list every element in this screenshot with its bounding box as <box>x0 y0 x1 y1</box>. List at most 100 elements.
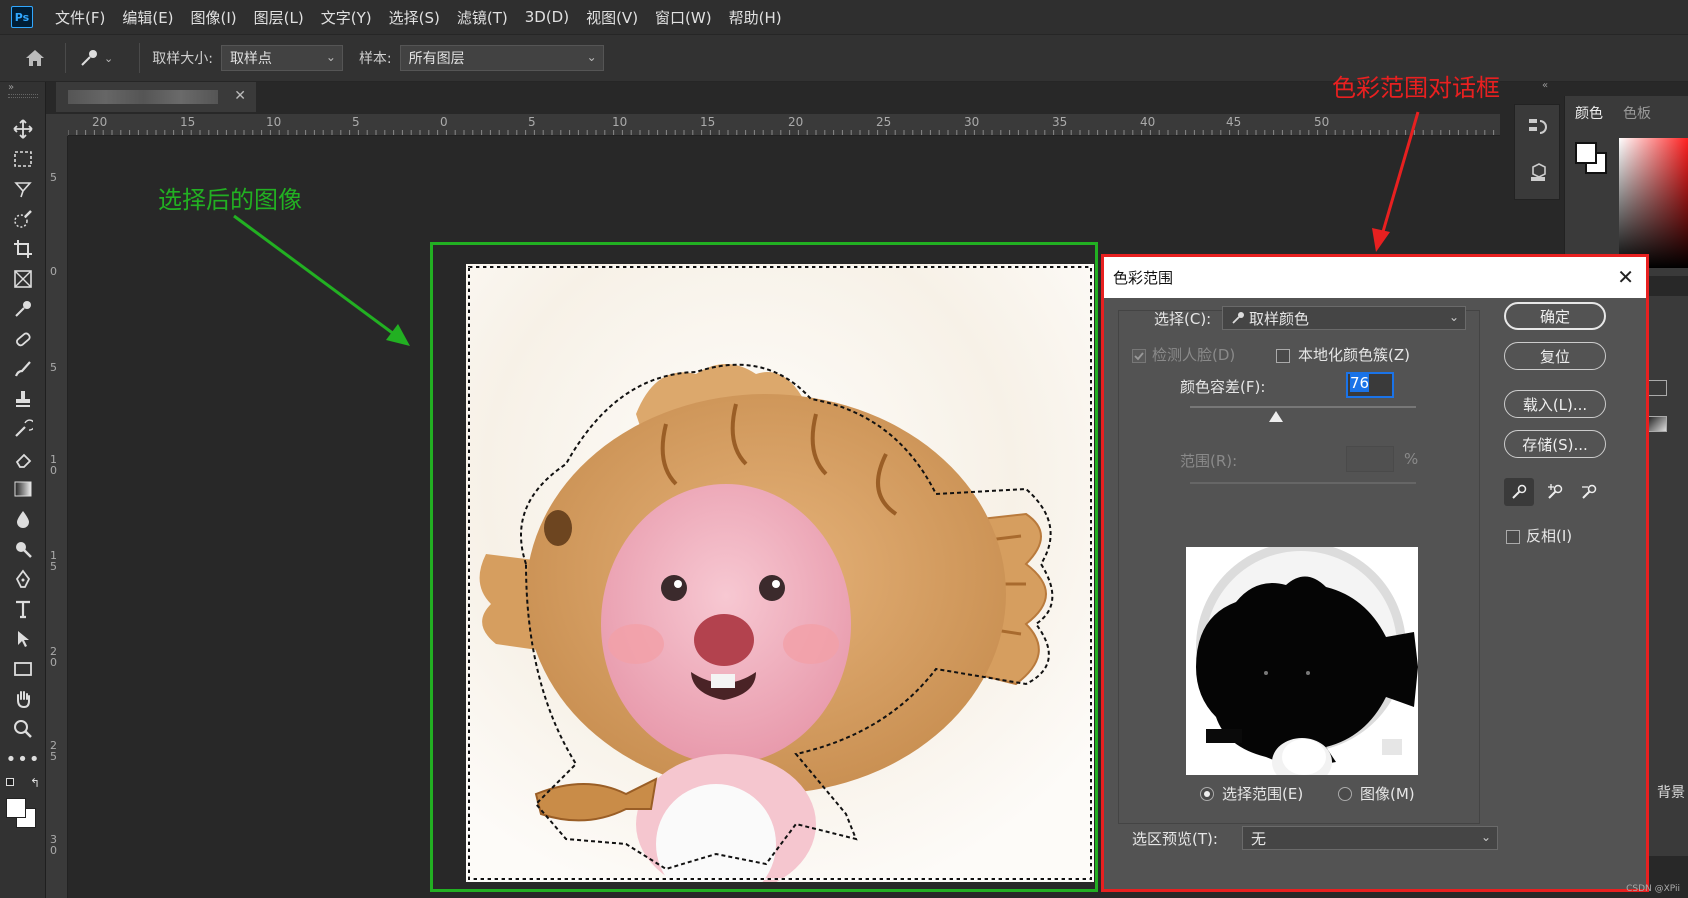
save-button[interactable]: 存储(S)... <box>1504 430 1606 458</box>
image-radio[interactable] <box>1338 787 1352 801</box>
lasso-tool-icon[interactable] <box>9 176 37 202</box>
ruler-label: 35 <box>1052 115 1068 129</box>
sample-dropdown[interactable]: 所有图层 ⌄ <box>399 45 604 71</box>
ruler-label: 5 <box>352 115 360 129</box>
ruler-label: 10 <box>266 115 282 129</box>
rectangle-tool-icon[interactable] <box>9 656 37 682</box>
foreground-color-swatch[interactable] <box>6 798 26 818</box>
add-to-sample-eyedropper-icon[interactable] <box>1540 478 1570 506</box>
subtract-from-sample-eyedropper-icon[interactable] <box>1574 478 1604 506</box>
close-icon[interactable]: ✕ <box>234 88 246 104</box>
selection-preview-dropdown[interactable]: 无 ⌄ <box>1242 826 1498 850</box>
zoom-tool-icon[interactable] <box>9 716 37 742</box>
load-button[interactable]: 载入(L)... <box>1504 390 1606 418</box>
ruler-label: 2 0 <box>50 645 57 669</box>
fuzziness-slider-track[interactable] <box>1190 406 1416 408</box>
menu-type[interactable]: 文字(Y) <box>321 7 372 28</box>
chevron-down-icon: ⌄ <box>1480 830 1491 844</box>
collapse-icon[interactable]: » <box>8 82 14 93</box>
range-input[interactable] <box>1346 446 1394 472</box>
hand-tool-icon[interactable] <box>9 686 37 712</box>
photoshop-logo-icon[interactable]: Ps <box>11 6 33 28</box>
adjustments-icon[interactable] <box>1647 380 1667 396</box>
healing-brush-tool-icon[interactable] <box>9 326 37 352</box>
swap-colors-icon[interactable]: ↰ <box>4 776 42 792</box>
crop-tool-icon[interactable] <box>9 236 37 262</box>
3d-object-icon[interactable] <box>1527 161 1549 187</box>
collapse-panels-icon[interactable]: « <box>1542 80 1548 91</box>
green-arrow-icon <box>233 214 410 346</box>
move-tool-icon[interactable] <box>9 116 37 142</box>
reset-button[interactable]: 复位 <box>1504 342 1606 370</box>
pen-tool-icon[interactable] <box>9 566 37 592</box>
sample-label: 样本: <box>358 51 392 67</box>
foreground-swatch[interactable] <box>1575 142 1597 164</box>
menu-help[interactable]: 帮助(H) <box>729 7 782 28</box>
ruler-corner <box>46 114 68 136</box>
sample-size-value: 取样点 <box>229 51 272 67</box>
menu-select[interactable]: 选择(S) <box>389 7 440 28</box>
ok-button[interactable]: 确定 <box>1504 302 1606 330</box>
menu-filter[interactable]: 滤镜(T) <box>457 7 508 28</box>
ruler-label: 45 <box>1226 115 1242 129</box>
ruler-label: 20 <box>788 115 804 129</box>
eyedropper-icon[interactable] <box>1504 478 1534 506</box>
tab-swatches[interactable]: 色板 <box>1613 103 1661 123</box>
marquee-tool-icon[interactable] <box>9 146 37 172</box>
type-tool-icon[interactable] <box>9 596 37 622</box>
layer-name-background[interactable]: 背景 <box>1657 782 1685 802</box>
history-brush-tool-icon[interactable] <box>9 416 37 442</box>
selection-preview-thumbnail[interactable] <box>1186 547 1418 775</box>
history-icon[interactable] <box>1527 115 1549 141</box>
ruler-label: 1 5 <box>50 549 57 573</box>
selection-radio-label: 选择范围(E) <box>1222 785 1304 803</box>
menu-3d[interactable]: 3D(D) <box>525 8 569 26</box>
brush-tool-icon[interactable] <box>9 356 37 382</box>
dodge-tool-icon[interactable] <box>9 536 37 562</box>
frame-tool-icon[interactable] <box>9 266 37 292</box>
home-icon[interactable] <box>17 42 53 74</box>
menu-edit[interactable]: 编辑(E) <box>122 7 173 28</box>
localized-clusters-label: 本地化颜色簇(Z) <box>1298 346 1410 364</box>
ruler-label: 25 <box>876 115 892 129</box>
document-tab[interactable]: ✕ <box>56 82 256 112</box>
color-range-dialog: 色彩范围 ✕ 选择(C): 取样颜色 ⌄ 检测人脸(D) 本地化颜色簇(Z) 颜… <box>1104 257 1646 889</box>
invert-checkbox[interactable] <box>1506 530 1520 544</box>
menu-image[interactable]: 图像(I) <box>191 7 237 28</box>
ruler-label: 30 <box>964 115 980 129</box>
gradient-tool-icon[interactable] <box>9 476 37 502</box>
menu-view[interactable]: 视图(V) <box>586 7 638 28</box>
dialog-title-bar[interactable]: 色彩范围 ✕ <box>1104 257 1646 298</box>
fuzziness-input[interactable]: 76 <box>1346 372 1394 398</box>
eraser-tool-icon[interactable] <box>9 446 37 472</box>
localized-clusters-checkbox[interactable] <box>1276 349 1290 363</box>
selection-radio[interactable] <box>1200 787 1214 801</box>
gradient-map-icon[interactable] <box>1647 416 1667 432</box>
ruler-label: 5 <box>528 115 536 129</box>
color-picker-field[interactable] <box>1619 138 1688 268</box>
blur-tool-icon[interactable] <box>9 506 37 532</box>
eyedropper-tool-icon[interactable] <box>9 296 37 322</box>
menu-layer[interactable]: 图层(L) <box>254 7 304 28</box>
more-tools-icon[interactable]: ••• <box>6 746 40 772</box>
menu-window[interactable]: 窗口(W) <box>655 7 712 28</box>
tab-color[interactable]: 颜色 <box>1565 103 1613 123</box>
watermark: CSDN @XPii <box>1626 884 1680 894</box>
range-slider-track[interactable] <box>1190 482 1416 484</box>
sample-size-label: 取样大小: <box>152 51 213 67</box>
fuzziness-slider-thumb[interactable] <box>1268 411 1283 422</box>
clone-stamp-tool-icon[interactable] <box>9 386 37 412</box>
path-selection-tool-icon[interactable] <box>9 626 37 652</box>
sample-size-dropdown[interactable]: 取样点 ⌄ <box>220 45 343 71</box>
select-label: 选择(C): <box>1154 310 1212 328</box>
menu-file[interactable]: 文件(F) <box>55 7 105 28</box>
red-arrow-icon <box>1372 111 1420 252</box>
close-icon[interactable]: ✕ <box>1617 265 1634 289</box>
annotation-color-range-dialog: 色彩范围对话框 <box>1332 74 1500 102</box>
eyedropper-tool-preset-icon[interactable]: ⌄ <box>78 47 113 69</box>
document-tab-bar: ✕ <box>46 82 1500 112</box>
select-dropdown[interactable]: 取样颜色 ⌄ <box>1222 306 1466 330</box>
quick-selection-tool-icon[interactable] <box>9 206 37 232</box>
detect-faces-checkbox[interactable] <box>1132 349 1146 363</box>
drag-handle[interactable] <box>8 94 38 98</box>
